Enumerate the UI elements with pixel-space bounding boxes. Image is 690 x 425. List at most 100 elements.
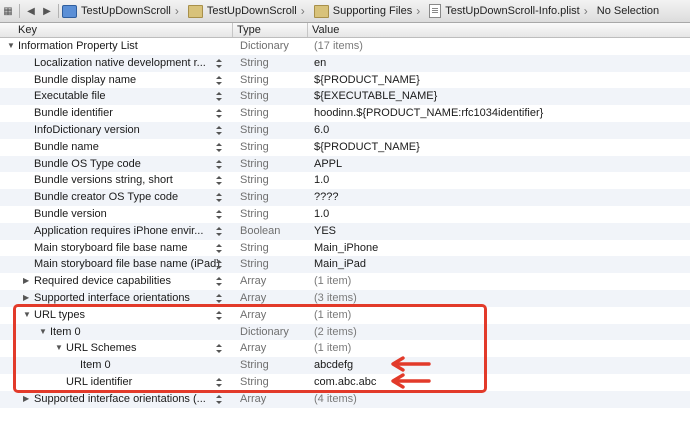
plist-row[interactable]: Bundle identifier String hoodinn.${PRODUCT…: [0, 105, 690, 122]
row-value[interactable]: APPL: [314, 156, 342, 173]
row-value[interactable]: 1.0: [314, 172, 329, 189]
row-type[interactable]: String: [240, 139, 269, 156]
row-type[interactable]: String: [240, 189, 269, 206]
row-type[interactable]: String: [240, 55, 269, 72]
row-value[interactable]: Main_iPhone: [314, 240, 378, 257]
column-divider[interactable]: [232, 23, 233, 37]
row-value: (1 item): [314, 275, 352, 288]
breadcrumb-selection[interactable]: No Selection: [597, 5, 659, 17]
row-key[interactable]: Information Property List: [18, 38, 138, 55]
row-key[interactable]: Supported interface orientations (...: [34, 391, 206, 408]
key-stepper-icon[interactable]: [216, 226, 222, 236]
row-type[interactable]: String: [240, 72, 269, 89]
row-type[interactable]: String: [240, 88, 269, 105]
row-type[interactable]: String: [240, 240, 269, 257]
row-value[interactable]: hoodinn.${PRODUCT_NAME:rfc1034identifier…: [314, 105, 543, 122]
plist-row[interactable]: Bundle versions string, short String 1.0: [0, 172, 690, 189]
row-value[interactable]: Main_iPad: [314, 256, 366, 273]
row-value[interactable]: 6.0: [314, 122, 329, 139]
column-divider[interactable]: [307, 23, 308, 37]
row-key[interactable]: Bundle creator OS Type code: [34, 189, 178, 206]
row-type[interactable]: Boolean: [240, 223, 280, 240]
row-key[interactable]: Bundle display name: [34, 72, 136, 89]
key-stepper-icon[interactable]: [216, 394, 222, 404]
key-stepper-icon[interactable]: [216, 75, 222, 85]
row-key[interactable]: Executable file: [34, 88, 106, 105]
project-icon: [62, 4, 77, 18]
plist-row[interactable]: Main storyboard file base name String Main…: [0, 240, 690, 257]
column-header-type[interactable]: Type: [237, 24, 261, 36]
row-key[interactable]: Required device capabilities: [34, 273, 171, 290]
row-value[interactable]: ${PRODUCT_NAME}: [314, 72, 420, 89]
row-type[interactable]: String: [240, 156, 269, 173]
row-value[interactable]: ????: [314, 189, 338, 206]
row-key[interactable]: Main storyboard file base name (iPad): [34, 256, 220, 273]
plist-row[interactable]: Main storyboard file base name (iPad) Str…: [0, 256, 690, 274]
plist-row[interactable]: ▶ Supported interface orientations (... Ar…: [0, 390, 690, 408]
breadcrumb-file[interactable]: TestUpDownScroll-Info.plist ›: [429, 4, 593, 18]
row-key[interactable]: Main storyboard file base name: [34, 240, 187, 257]
row-value[interactable]: YES: [314, 223, 336, 240]
row-key[interactable]: Bundle versions string, short: [34, 172, 173, 189]
row-key[interactable]: Bundle version: [34, 206, 107, 223]
key-stepper-icon[interactable]: [216, 159, 222, 169]
plist-row[interactable]: Executable file String ${EXECUTABLE_NAME}: [0, 88, 690, 106]
related-items-icon[interactable]: ▦: [0, 6, 16, 17]
breadcrumb-supporting-files[interactable]: Supporting Files ›: [313, 4, 426, 18]
row-key[interactable]: Bundle name: [34, 139, 99, 156]
key-stepper-icon[interactable]: [216, 243, 222, 253]
row-type[interactable]: Dictionary: [240, 38, 289, 55]
row-value[interactable]: ${PRODUCT_NAME}: [314, 139, 420, 156]
column-header-value[interactable]: Value: [312, 24, 339, 36]
key-stepper-icon[interactable]: [216, 92, 222, 102]
chevron-right-icon: ›: [174, 4, 179, 18]
forward-arrow-icon[interactable]: ▶: [39, 6, 55, 17]
key-stepper-icon[interactable]: [216, 109, 222, 119]
row-key[interactable]: Localization native development r...: [34, 55, 206, 72]
breadcrumb-group[interactable]: TestUpDownScroll ›: [187, 4, 310, 18]
plist-row[interactable]: InfoDictionary version String 6.0: [0, 121, 690, 139]
row-value: (17 items): [314, 40, 363, 52]
key-stepper-icon[interactable]: [216, 209, 222, 219]
plist-row[interactable]: Localization native development r... Stri…: [0, 54, 690, 72]
jump-bar-divider: [19, 4, 20, 18]
row-value[interactable]: ${EXECUTABLE_NAME}: [314, 88, 437, 105]
row-type[interactable]: Array: [240, 273, 266, 290]
plist-row[interactable]: Bundle OS Type code String APPL: [0, 155, 690, 173]
row-type[interactable]: String: [240, 122, 269, 139]
disclosure-collapsed-icon[interactable]: ▶: [23, 273, 29, 290]
key-stepper-icon[interactable]: [216, 142, 222, 152]
disclosure-collapsed-icon[interactable]: ▶: [23, 391, 29, 408]
row-key[interactable]: Application requires iPhone envir...: [34, 223, 203, 240]
plist-row[interactable]: Bundle display name String ${PRODUCT_NAME}: [0, 72, 690, 89]
key-stepper-icon[interactable]: [216, 293, 222, 303]
row-type[interactable]: String: [240, 256, 269, 273]
row-key[interactable]: Bundle OS Type code: [34, 156, 141, 173]
row-value: (4 items): [314, 392, 357, 405]
row-key[interactable]: InfoDictionary version: [34, 122, 140, 139]
row-type[interactable]: String: [240, 105, 269, 122]
key-stepper-icon[interactable]: [216, 277, 222, 287]
row-value[interactable]: 1.0: [314, 206, 329, 223]
column-header-key[interactable]: Key: [18, 24, 37, 36]
breadcrumb-project[interactable]: TestUpDownScroll ›: [62, 4, 184, 18]
key-stepper-icon[interactable]: [216, 193, 222, 203]
plist-row[interactable]: Bundle version String 1.0: [0, 206, 690, 223]
row-type[interactable]: Array: [240, 391, 266, 408]
row-value[interactable]: en: [314, 55, 326, 72]
row-type[interactable]: String: [240, 206, 269, 223]
row-type[interactable]: String: [240, 172, 269, 189]
key-stepper-icon[interactable]: [216, 58, 222, 68]
plist-row[interactable]: ▼ Information Property List Dictionary (17 …: [0, 38, 690, 55]
disclosure-expanded-icon[interactable]: ▼: [7, 38, 15, 55]
row-key[interactable]: Bundle identifier: [34, 105, 113, 122]
back-arrow-icon[interactable]: ◀: [23, 6, 39, 17]
key-stepper-icon[interactable]: [216, 176, 222, 186]
plist-row[interactable]: ▶ Required device capabilities Array (1 ite…: [0, 273, 690, 290]
plist-row[interactable]: Application requires iPhone envir... Bool…: [0, 222, 690, 240]
breadcrumb-label: TestUpDownScroll: [81, 5, 171, 17]
plist-row[interactable]: Bundle name String ${PRODUCT_NAME}: [0, 139, 690, 156]
key-stepper-icon[interactable]: [216, 260, 222, 270]
plist-row[interactable]: Bundle creator OS Type code String????: [0, 189, 690, 206]
key-stepper-icon[interactable]: [216, 125, 222, 135]
